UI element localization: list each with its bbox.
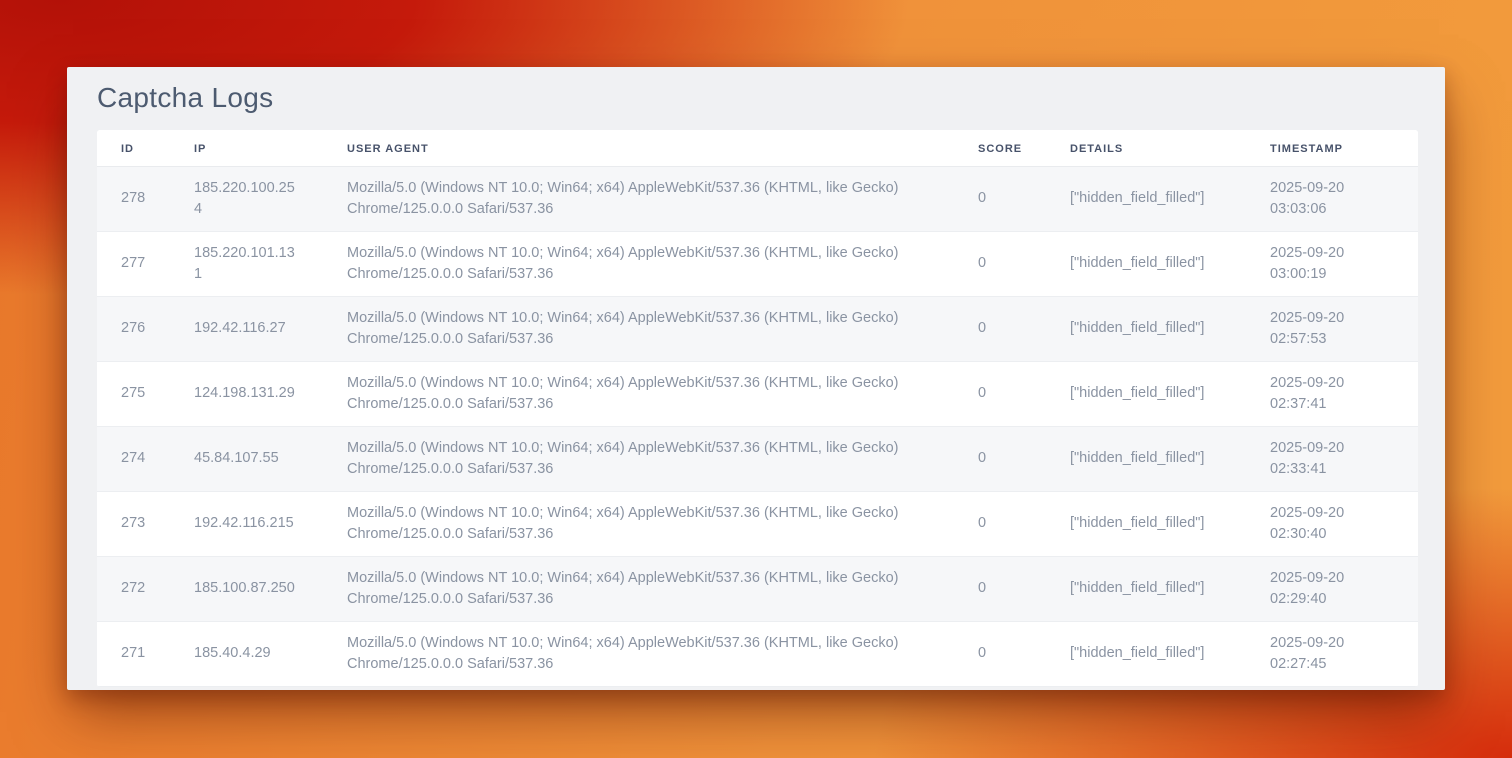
cell-user-agent: Mozilla/5.0 (Windows NT 10.0; Win64; x64… [323,232,954,297]
logs-table-body: 278 185.220.100.254 Mozilla/5.0 (Windows… [97,167,1418,687]
cell-user-agent: Mozilla/5.0 (Windows NT 10.0; Win64; x64… [323,557,954,622]
cell-details: ["hidden_field_filled"] [1046,427,1246,492]
cell-timestamp: 2025-09-20 02:33:41 [1246,427,1418,492]
captcha-logs-card: Captcha Logs ID IP USER AGENT SCORE DETA… [67,67,1445,690]
cell-timestamp: 2025-09-20 02:29:40 [1246,557,1418,622]
header-cell-user-agent: USER AGENT [323,130,954,167]
cell-ip: 192.42.116.215 [170,492,323,557]
cell-score: 0 [954,362,1046,427]
cell-details: ["hidden_field_filled"] [1046,232,1246,297]
cell-score: 0 [954,427,1046,492]
cell-details: ["hidden_field_filled"] [1046,492,1246,557]
cell-ip: 185.220.100.254 [170,167,323,232]
cell-details: ["hidden_field_filled"] [1046,297,1246,362]
table-row: 276 192.42.116.27 Mozilla/5.0 (Windows N… [97,297,1418,362]
cell-ip: 124.198.131.29 [170,362,323,427]
cell-score: 0 [954,622,1046,687]
table-row: 278 185.220.100.254 Mozilla/5.0 (Windows… [97,167,1418,232]
cell-user-agent: Mozilla/5.0 (Windows NT 10.0; Win64; x64… [323,622,954,687]
table-row: 273 192.42.116.215 Mozilla/5.0 (Windows … [97,492,1418,557]
cell-id: 274 [97,427,170,492]
cell-ip: 45.84.107.55 [170,427,323,492]
cell-user-agent: Mozilla/5.0 (Windows NT 10.0; Win64; x64… [323,362,954,427]
cell-ip: 192.42.116.27 [170,297,323,362]
cell-user-agent: Mozilla/5.0 (Windows NT 10.0; Win64; x64… [323,167,954,232]
cell-score: 0 [954,557,1046,622]
cell-id: 277 [97,232,170,297]
table-row: 274 45.84.107.55 Mozilla/5.0 (Windows NT… [97,427,1418,492]
cell-timestamp: 2025-09-20 03:00:19 [1246,232,1418,297]
table-row: 271 185.40.4.29 Mozilla/5.0 (Windows NT … [97,622,1418,687]
cell-id: 272 [97,557,170,622]
page-background: { "page_title": "Captcha Logs", "colors"… [0,0,1512,758]
table-header-row: ID IP USER AGENT SCORE DETAILS TIMESTAMP [97,130,1418,167]
table-row: 275 124.198.131.29 Mozilla/5.0 (Windows … [97,362,1418,427]
cell-id: 278 [97,167,170,232]
logs-table-container: ID IP USER AGENT SCORE DETAILS TIMESTAMP… [97,130,1418,687]
cell-id: 275 [97,362,170,427]
cell-user-agent: Mozilla/5.0 (Windows NT 10.0; Win64; x64… [323,297,954,362]
cell-score: 0 [954,232,1046,297]
cell-score: 0 [954,297,1046,362]
cell-id: 271 [97,622,170,687]
cell-id: 276 [97,297,170,362]
cell-score: 0 [954,167,1046,232]
cell-timestamp: 2025-09-20 02:30:40 [1246,492,1418,557]
cell-user-agent: Mozilla/5.0 (Windows NT 10.0; Win64; x64… [323,427,954,492]
table-row: 277 185.220.101.131 Mozilla/5.0 (Windows… [97,232,1418,297]
header-cell-ip: IP [170,130,323,167]
page-title: Captcha Logs [97,82,1415,114]
logs-table: ID IP USER AGENT SCORE DETAILS TIMESTAMP… [97,130,1418,687]
cell-ip: 185.100.87.250 [170,557,323,622]
cell-timestamp: 2025-09-20 02:37:41 [1246,362,1418,427]
cell-ip: 185.40.4.29 [170,622,323,687]
header-cell-details: DETAILS [1046,130,1246,167]
cell-details: ["hidden_field_filled"] [1046,167,1246,232]
cell-id: 273 [97,492,170,557]
header-cell-id: ID [97,130,170,167]
header-cell-timestamp: TIMESTAMP [1246,130,1418,167]
cell-timestamp: 2025-09-20 02:27:45 [1246,622,1418,687]
cell-score: 0 [954,492,1046,557]
header-cell-score: SCORE [954,130,1046,167]
cell-ip: 185.220.101.131 [170,232,323,297]
cell-details: ["hidden_field_filled"] [1046,362,1246,427]
table-row: 272 185.100.87.250 Mozilla/5.0 (Windows … [97,557,1418,622]
cell-details: ["hidden_field_filled"] [1046,557,1246,622]
cell-user-agent: Mozilla/5.0 (Windows NT 10.0; Win64; x64… [323,492,954,557]
cell-details: ["hidden_field_filled"] [1046,622,1246,687]
cell-timestamp: 2025-09-20 03:03:06 [1246,167,1418,232]
cell-timestamp: 2025-09-20 02:57:53 [1246,297,1418,362]
